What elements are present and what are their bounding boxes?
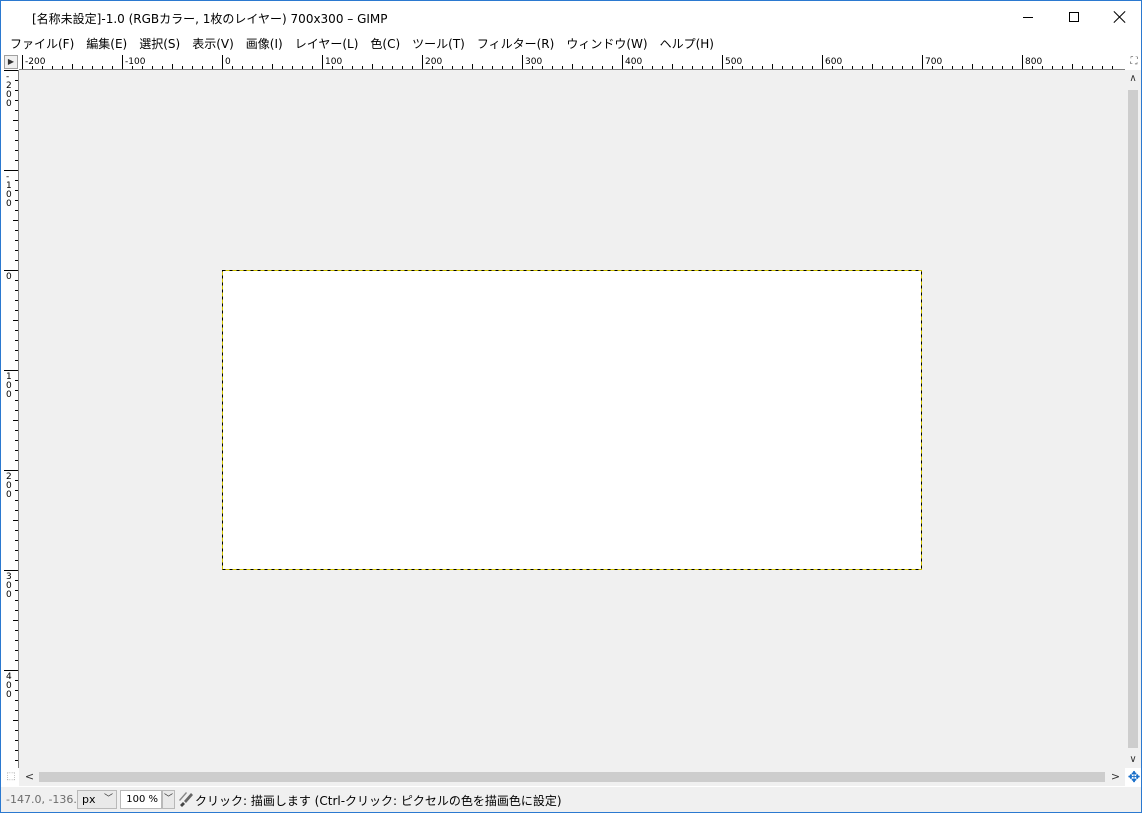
canvas-area[interactable] [19,70,1125,768]
menu-tools[interactable]: ツール(T) [407,35,470,52]
status-message: クリック: 描画します (Ctrl-クリック: ピクセルの色を描画色に設定) [195,794,562,808]
ruler-label: 0 [225,57,231,67]
ruler-label: 600 [825,57,842,67]
gimp-window: [名称未設定]-1.0 (RGBカラー, 1枚のレイヤー) 700x300 – … [0,0,1142,813]
menu-image[interactable]: 画像(I) [241,35,288,52]
menu-layer[interactable]: レイヤー(L) [290,35,364,52]
zoom-fit-button[interactable]: ⛶ [1127,55,1141,69]
minimize-button[interactable] [1005,1,1051,33]
horizontal-scroll-thumb[interactable] [39,772,1105,782]
scroll-up-icon[interactable]: ∧ [1125,70,1141,87]
zoom-value: 100 % [126,794,158,805]
minimize-icon [1023,16,1033,18]
ruler-label: -100 [125,57,146,67]
menu-help[interactable]: ヘルプ(H) [655,35,719,52]
vertical-scroll-thumb[interactable] [1128,90,1138,748]
chevron-down-icon: ﹀ [163,794,173,804]
ruler-label: 800 [1025,57,1042,67]
ruler-label: 0 [6,390,12,400]
close-icon [1114,11,1126,23]
status-bar: -147.0, -136.0 px ﹀ 100 % ﹀ クリック: 描画します … [1,787,1141,812]
title-bar: [名称未設定]-1.0 (RGBカラー, 1枚のレイヤー) 700x300 – … [1,1,1141,33]
vertical-ruler-scale: -200-1000100200300400 [4,70,18,761]
ruler-label: 200 [425,57,442,67]
vertical-ruler[interactable]: -200-1000100200300400 [4,70,19,768]
navigate-button[interactable]: ✥ [1126,769,1142,786]
quick-mask-button[interactable]: ⬚ [4,770,18,784]
ruler-label: 0 [6,690,12,700]
scroll-down-icon[interactable]: ∨ [1125,751,1141,768]
maximize-icon [1069,12,1079,22]
ruler-label: -200 [25,57,46,67]
ruler-label: 500 [725,57,742,67]
ruler-label: 0 [6,590,12,600]
ruler-label: 400 [625,57,642,67]
ruler-label: 0 [6,99,12,109]
ruler-label: 0 [6,199,12,209]
close-button[interactable] [1097,1,1142,33]
move-cross-icon: ✥ [1127,768,1141,786]
ruler-menu-button[interactable]: ▶ [4,55,18,69]
vertical-scrollbar[interactable]: ∧ ∨ [1125,70,1141,768]
window-title: [名称未設定]-1.0 (RGBカラー, 1枚のレイヤー) 700x300 – … [32,12,388,26]
scroll-left-icon[interactable]: < [21,768,38,786]
menu-filters[interactable]: フィルター(R) [472,35,559,52]
pointer-coordinates: -147.0, -136.0 [6,793,84,806]
zoom-field[interactable]: 100 % [120,790,162,809]
menu-view[interactable]: 表示(V) [187,35,239,52]
unit-selector[interactable]: px ﹀ [77,790,117,809]
menu-windows[interactable]: ウィンドウ(W) [561,35,652,52]
menu-colors[interactable]: 色(C) [365,35,405,52]
ruler-label: 300 [525,57,542,67]
chevron-down-icon: ﹀ [103,794,113,804]
ruler-label: 100 [325,57,342,67]
maximize-button[interactable] [1051,1,1097,33]
horizontal-ruler-scale: -200 -100 0 100 200 300 400 500 600 700 800 [22,55,1113,69]
menu-select[interactable]: 選択(S) [134,35,185,52]
quick-mask-icon: ⬚ [6,771,16,782]
unit-value: px [82,793,96,806]
ruler-label: 700 [925,57,942,67]
paintbrush-icon [179,792,193,807]
horizontal-ruler[interactable]: -200 -100 0 100 200 300 400 500 600 700 800 [19,55,1125,70]
ruler-label: 0 [6,272,12,282]
scroll-right-icon[interactable]: > [1107,768,1124,786]
horizontal-scrollbar[interactable]: < > [19,768,1125,786]
ruler-label: 0 [6,490,12,500]
image-canvas[interactable] [222,270,922,570]
triangle-right-icon: ▶ [7,57,15,66]
zoom-fit-icon: ⛶ [1130,56,1138,67]
zoom-dropdown-button[interactable]: ﹀ [162,790,175,809]
menu-edit[interactable]: 編集(E) [81,35,132,52]
menu-bar: ファイル(F) 編集(E) 選択(S) 表示(V) 画像(I) レイヤー(L) … [1,33,1141,54]
menu-file[interactable]: ファイル(F) [5,35,79,52]
